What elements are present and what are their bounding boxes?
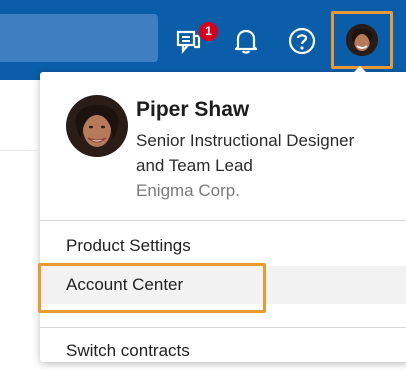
menu-item-label: Product Settings [66,236,191,255]
menu-item-label: Switch contracts [66,341,190,360]
profile-name: Piper Shaw [136,98,250,121]
bell-icon[interactable] [231,26,261,56]
menu-divider [40,220,406,221]
profile-job-title: Senior Instructional Designer and Team L… [136,131,355,175]
profile-avatar [66,95,128,157]
highlight-annotation [38,263,266,313]
background-content [0,80,38,352]
menu-item-product-settings[interactable]: Product Settings [40,227,406,265]
top-navigation-bar: 1 [0,0,406,80]
menu-divider [40,327,406,328]
help-icon[interactable] [286,25,318,57]
user-avatar-button[interactable] [331,11,393,69]
background-divider [0,150,38,151]
notification-badge: 1 [198,21,219,42]
profile-company: Enigma Corp. [136,181,240,200]
menu-item-switch-contracts[interactable]: Switch contracts [40,332,406,370]
avatar [346,24,378,56]
search-box[interactable] [0,14,158,62]
